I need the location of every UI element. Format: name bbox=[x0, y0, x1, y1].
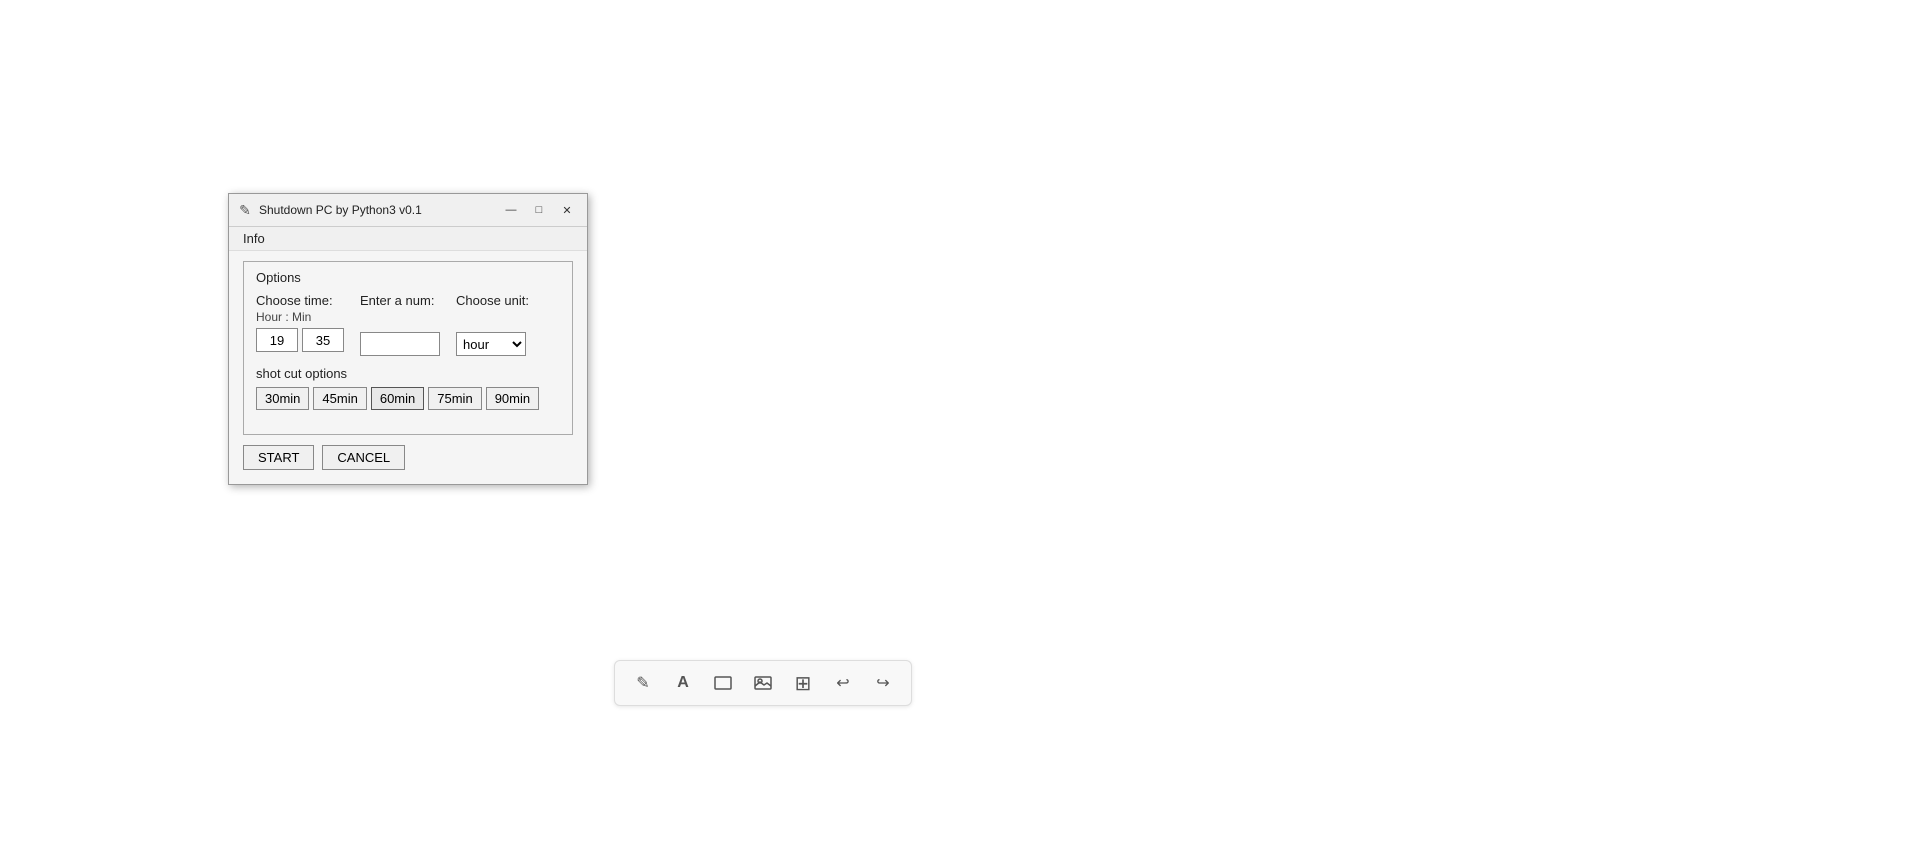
title-bar: ✎ Shutdown PC by Python3 v0.1 — □ ✕ bbox=[229, 194, 587, 227]
hour-input[interactable] bbox=[256, 328, 298, 352]
shortcut-60min[interactable]: 60min bbox=[371, 387, 424, 410]
unit-select[interactable]: hour min bbox=[456, 332, 526, 356]
frame-icon[interactable] bbox=[709, 669, 737, 697]
bottom-toolbar: ✎ A ⊞ ↩ ↪ bbox=[614, 660, 912, 706]
dialog-window: ✎ Shutdown PC by Python3 v0.1 — □ ✕ Info… bbox=[228, 193, 588, 485]
close-button[interactable]: ✕ bbox=[555, 200, 579, 220]
shortcut-45min[interactable]: 45min bbox=[313, 387, 366, 410]
undo-icon[interactable]: ↩ bbox=[829, 669, 857, 697]
choose-time-label: Choose time: bbox=[256, 293, 344, 308]
shortcut-buttons: 30min 45min 60min 75min 90min bbox=[256, 387, 560, 410]
shortcut-90min[interactable]: 90min bbox=[486, 387, 539, 410]
enter-num-label: Enter a num: bbox=[360, 293, 440, 308]
menu-bar: Info bbox=[229, 227, 587, 251]
options-group: Options Choose time: Hour : Min Enter a … bbox=[243, 261, 573, 435]
dialog-content: Options Choose time: Hour : Min Enter a … bbox=[229, 251, 587, 484]
shortcut-label: shot cut options bbox=[256, 366, 560, 381]
cancel-button[interactable]: CANCEL bbox=[322, 445, 405, 470]
time-row: Choose time: Hour : Min Enter a num: Cho… bbox=[256, 293, 560, 356]
shortcut-30min[interactable]: 30min bbox=[256, 387, 309, 410]
shortcut-75min[interactable]: 75min bbox=[428, 387, 481, 410]
maximize-button[interactable]: □ bbox=[527, 200, 551, 220]
redo-icon[interactable]: ↪ bbox=[869, 669, 897, 697]
add-icon[interactable]: ⊞ bbox=[789, 669, 817, 697]
choose-time-section: Choose time: Hour : Min bbox=[256, 293, 344, 352]
num-input[interactable] bbox=[360, 332, 440, 356]
action-buttons: START CANCEL bbox=[243, 445, 573, 470]
window-title: Shutdown PC by Python3 v0.1 bbox=[259, 203, 422, 217]
choose-unit-section: Choose unit: hour min bbox=[456, 293, 529, 356]
image-icon[interactable] bbox=[749, 669, 777, 697]
app-icon: ✎ bbox=[237, 202, 253, 218]
enter-num-section: Enter a num: bbox=[360, 293, 440, 356]
pen-icon[interactable]: ✎ bbox=[629, 669, 657, 697]
start-button[interactable]: START bbox=[243, 445, 314, 470]
title-bar-controls: — □ ✕ bbox=[499, 200, 579, 220]
minimize-button[interactable]: — bbox=[499, 200, 523, 220]
hour-min-label: Hour : Min bbox=[256, 310, 344, 324]
choose-unit-label: Choose unit: bbox=[456, 293, 529, 308]
min-input[interactable] bbox=[302, 328, 344, 352]
text-icon[interactable]: A bbox=[669, 669, 697, 697]
hour-min-inputs bbox=[256, 328, 344, 352]
menu-info[interactable]: Info bbox=[237, 229, 271, 248]
options-legend: Options bbox=[256, 270, 560, 285]
title-bar-left: ✎ Shutdown PC by Python3 v0.1 bbox=[237, 202, 422, 218]
